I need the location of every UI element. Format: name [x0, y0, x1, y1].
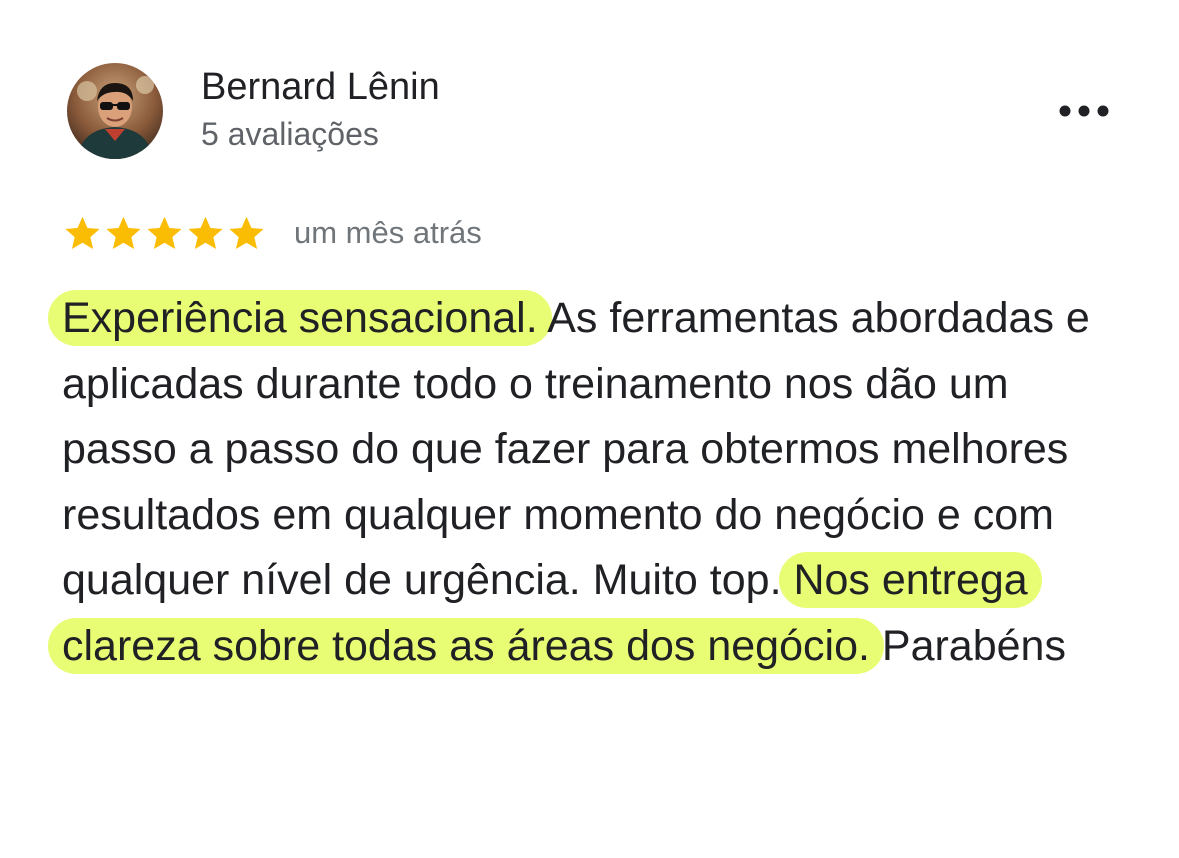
- more-horizontal-icon: [1059, 105, 1109, 117]
- review-segment: Parabéns: [869, 621, 1066, 670]
- review-text: Experiência sensacional. As ferramentas …: [48, 286, 1122, 679]
- reviewer-avatar[interactable]: [67, 63, 163, 159]
- review-time: um mês atrás: [294, 215, 482, 250]
- person-avatar-icon: [67, 63, 163, 159]
- reviewer-review-count: 5 avaliações: [201, 116, 379, 152]
- star-rating: [62, 213, 267, 254]
- more-options-button[interactable]: [1052, 92, 1116, 130]
- star-icon: [188, 216, 223, 249]
- reviewer-name[interactable]: Bernard Lênin: [201, 66, 440, 109]
- review-segment-highlighted: Experiência sensacional.: [48, 290, 552, 346]
- review-card: Bernard Lênin 5 avaliações um mês atrás …: [0, 0, 1179, 858]
- star-icon: [106, 216, 141, 249]
- star-icon: [147, 216, 182, 249]
- star-icon: [229, 216, 264, 249]
- rating-row: um mês atrás: [62, 210, 482, 256]
- star-icon: [65, 216, 100, 249]
